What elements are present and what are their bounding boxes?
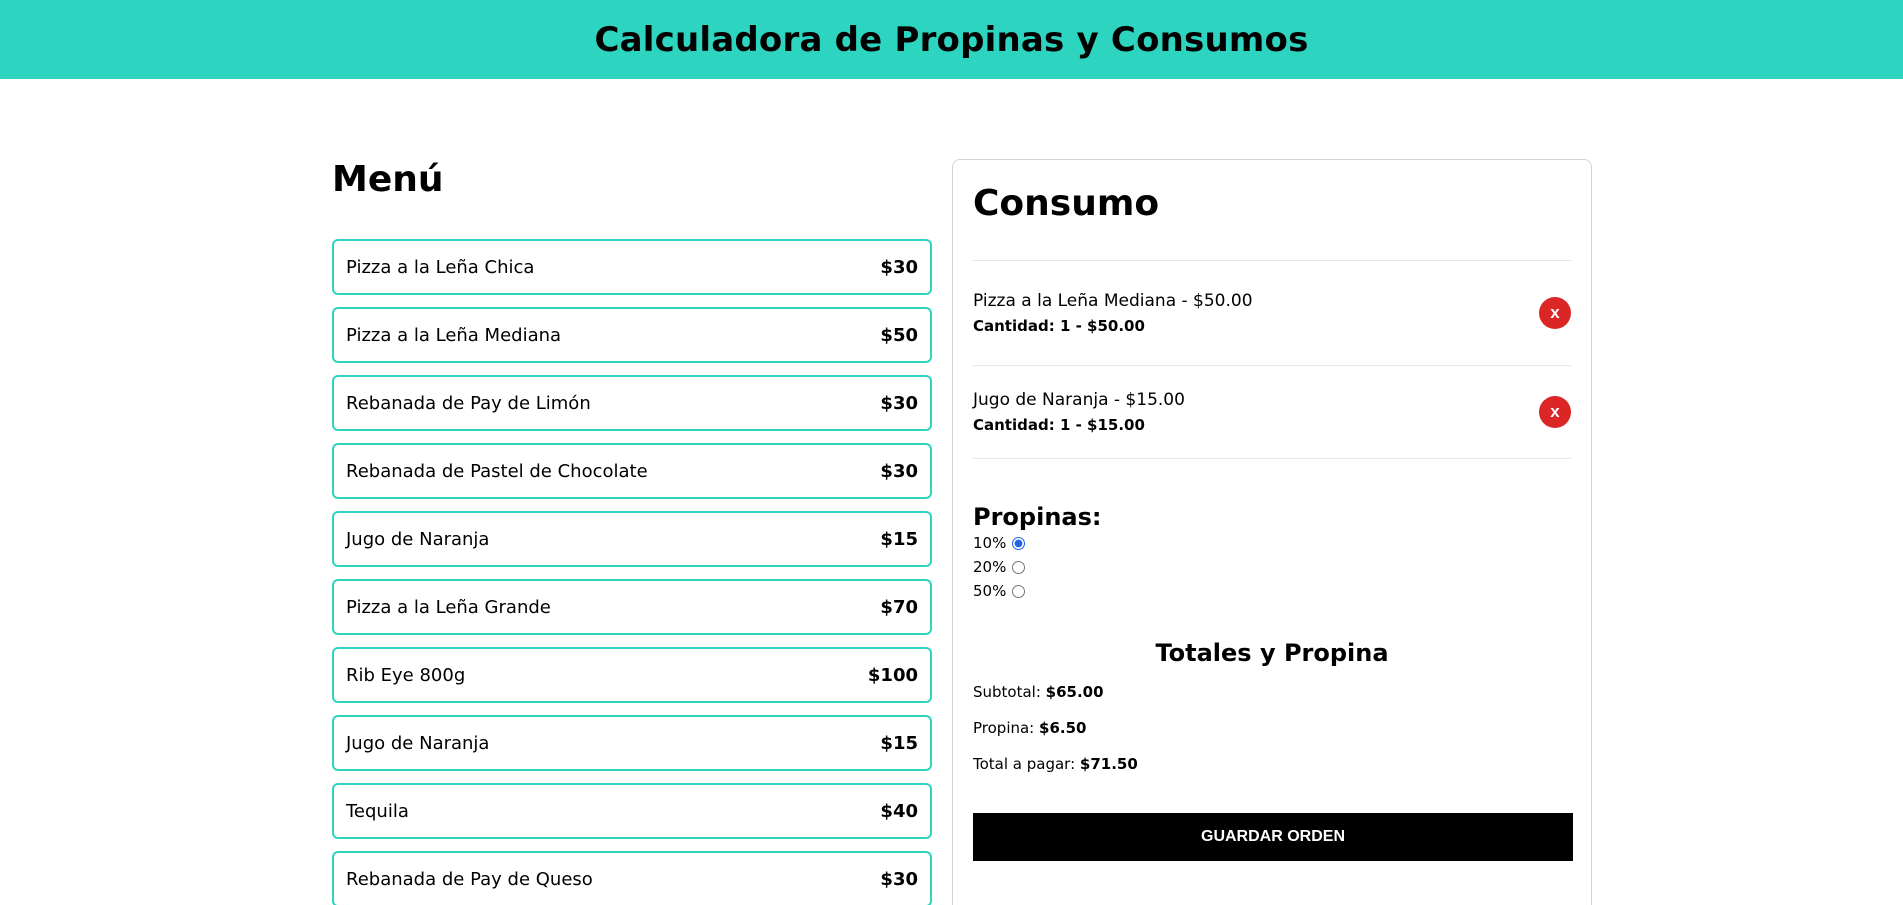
menu-item-price: $30	[880, 460, 918, 482]
tip-option-20[interactable]: 20%	[973, 555, 1571, 579]
save-order-button[interactable]: GUARDAR ORDEN	[973, 813, 1573, 861]
menu-item[interactable]: Pizza a la Leña Grande $70	[332, 579, 932, 635]
order-item-info: Pizza a la Leña Mediana - $50.00 Cantida…	[973, 291, 1253, 335]
total-row: Total a pagar: $71.50	[973, 755, 1571, 773]
menu-item[interactable]: Jugo de Naranja $15	[332, 511, 932, 567]
menu-item[interactable]: Rib Eye 800g $100	[332, 647, 932, 703]
remove-item-button[interactable]: x	[1539, 396, 1571, 428]
menu-item-price: $30	[880, 868, 918, 890]
menu-item-price: $30	[880, 392, 918, 414]
subtotal-row: Subtotal: $65.00	[973, 683, 1571, 701]
menu-item-price: $50	[880, 324, 918, 346]
menu-item[interactable]: Pizza a la Leña Mediana $50	[332, 307, 932, 363]
app-header: Calculadora de Propinas y Consumos	[0, 0, 1903, 79]
menu-item[interactable]: Rebanada de Pay de Limón $30	[332, 375, 932, 431]
menu-item-name: Jugo de Naranja	[346, 732, 490, 754]
menu-item[interactable]: Pizza a la Leña Chica $30	[332, 239, 932, 295]
menu-item-price: $40	[880, 800, 918, 822]
menu-item-name: Rebanada de Pay de Queso	[346, 868, 593, 890]
menu-item-name: Jugo de Naranja	[346, 528, 490, 550]
menu-item[interactable]: Rebanada de Pay de Queso $30	[332, 851, 932, 905]
menu-item-name: Tequila	[346, 800, 409, 822]
tip-option-label: 10%	[973, 534, 1007, 552]
order-item-quantity: Cantidad: 1 - $15.00	[973, 416, 1145, 434]
menu-item[interactable]: Tequila $40	[332, 783, 932, 839]
menu-item-name: Pizza a la Leña Chica	[346, 256, 535, 278]
menu-item-name: Rebanada de Pay de Limón	[346, 392, 591, 414]
menu-item-name: Pizza a la Leña Grande	[346, 596, 551, 618]
menu-item-price: $15	[880, 732, 918, 754]
menu-item[interactable]: Rebanada de Pastel de Chocolate $30	[332, 443, 932, 499]
order-item-name-price: Jugo de Naranja - $15.00	[973, 390, 1185, 410]
subtotal-label: Subtotal:	[973, 683, 1046, 701]
remove-item-button[interactable]: x	[1539, 297, 1571, 329]
tip-radio-20[interactable]	[1012, 560, 1026, 574]
tip-option-label: 20%	[973, 558, 1007, 576]
tip-radio-10[interactable]	[1012, 536, 1026, 550]
totals-section: Totales y Propina Subtotal: $65.00 Propi…	[973, 639, 1571, 773]
menu-title: Menú	[332, 159, 444, 200]
tip-option-10[interactable]: 10%	[973, 531, 1571, 555]
tip-label: Propina:	[973, 719, 1040, 737]
order-item-info: Jugo de Naranja - $15.00 Cantidad: 1 - $…	[973, 390, 1185, 434]
tip-row: Propina: $6.50	[973, 719, 1571, 737]
menu-list: Pizza a la Leña Chica $30 Pizza a la Leñ…	[332, 239, 932, 905]
menu-item-price: $70	[880, 596, 918, 618]
menu-item-name: Rib Eye 800g	[346, 664, 466, 686]
tip-value: $6.50	[1039, 719, 1087, 737]
menu-section: Menú Pizza a la Leña Chica $30 Pizza a l…	[332, 159, 932, 905]
menu-item[interactable]: Jugo de Naranja $15	[332, 715, 932, 771]
menu-item-name: Pizza a la Leña Mediana	[346, 324, 562, 346]
consumo-title: Consumo	[973, 183, 1160, 224]
order-item-name-price: Pizza a la Leña Mediana - $50.00	[973, 291, 1253, 311]
order-list: Pizza a la Leña Mediana - $50.00 Cantida…	[973, 260, 1571, 459]
tip-radio-50[interactable]	[1012, 584, 1026, 598]
order-item: Jugo de Naranja - $15.00 Cantidad: 1 - $…	[973, 365, 1571, 459]
subtotal-value: $65.00	[1045, 683, 1104, 701]
total-value: $71.50	[1079, 755, 1138, 773]
consumo-panel: Consumo Pizza a la Leña Mediana - $50.00…	[952, 159, 1592, 905]
menu-item-price: $100	[867, 664, 918, 686]
order-item-quantity: Cantidad: 1 - $50.00	[973, 317, 1145, 335]
menu-item-price: $30	[880, 256, 918, 278]
menu-item-name: Rebanada de Pastel de Chocolate	[346, 460, 648, 482]
tip-option-label: 50%	[973, 582, 1007, 600]
menu-item-price: $15	[880, 528, 918, 550]
tips-title: Propinas:	[973, 503, 1102, 531]
totals-title: Totales y Propina	[1155, 639, 1389, 667]
tips-section: Propinas: 10% 20% 50%	[973, 503, 1571, 603]
page-title: Calculadora de Propinas y Consumos	[594, 19, 1309, 60]
order-item: Pizza a la Leña Mediana - $50.00 Cantida…	[973, 260, 1571, 365]
total-label: Total a pagar:	[973, 755, 1080, 773]
tip-option-50[interactable]: 50%	[973, 579, 1571, 603]
